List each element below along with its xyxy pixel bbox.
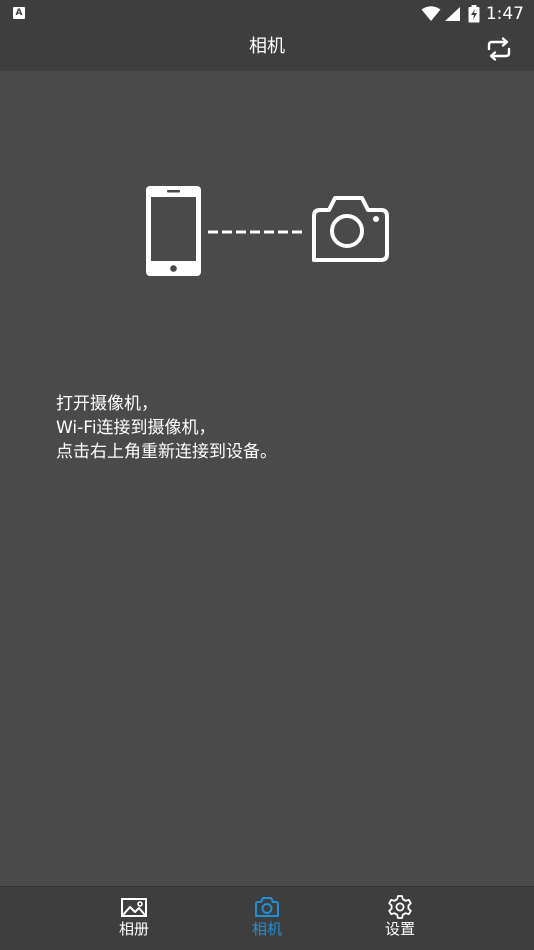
page-title: 相机 xyxy=(249,36,285,57)
nav-label-settings: 设置 xyxy=(384,920,415,938)
phone-icon xyxy=(146,186,201,276)
camera-icon xyxy=(255,897,279,917)
nav-label-gallery: 相册 xyxy=(118,920,149,938)
instructions-text: 打开摄像机， Wi-Fi连接到摄像机， 点击右上角重新连接到设备。 xyxy=(56,392,496,464)
signal-icon xyxy=(444,7,460,21)
instruction-line-3: 点击右上角重新连接到设备。 xyxy=(56,442,277,462)
camera-icon xyxy=(312,196,389,262)
nav-item-gallery[interactable]: 相册 xyxy=(94,895,174,947)
status-icons: 1:47 xyxy=(421,3,524,25)
status-bar: A 1:47 xyxy=(0,0,534,26)
app-screen: A 1:47 相机 打开摄像机， Wi-Fi连接到摄像机， 点击右上角重新连接到… xyxy=(0,0,534,950)
connection-illustration xyxy=(140,180,400,280)
notification-icon-glyph: A xyxy=(15,8,23,18)
switch-button[interactable] xyxy=(484,34,514,64)
instruction-line-2: Wi-Fi连接到摄像机， xyxy=(56,418,216,438)
illustration-graphic xyxy=(146,186,389,276)
nav-label-camera: 相机 xyxy=(251,920,282,938)
bottom-nav: 相册 相机 设置 xyxy=(0,886,534,950)
battery-charging-icon xyxy=(468,5,480,23)
status-time: 1:47 xyxy=(485,4,524,24)
app-header: 相机 xyxy=(0,26,534,71)
nav-item-settings[interactable]: 设置 xyxy=(360,895,440,947)
nav-item-camera[interactable]: 相机 xyxy=(227,895,307,947)
notification-icon: A xyxy=(13,7,25,19)
switch-icon xyxy=(487,37,511,61)
gallery-icon xyxy=(121,898,147,917)
gear-icon xyxy=(388,895,412,919)
wifi-icon xyxy=(421,6,441,21)
instruction-line-1: 打开摄像机， xyxy=(56,394,158,414)
